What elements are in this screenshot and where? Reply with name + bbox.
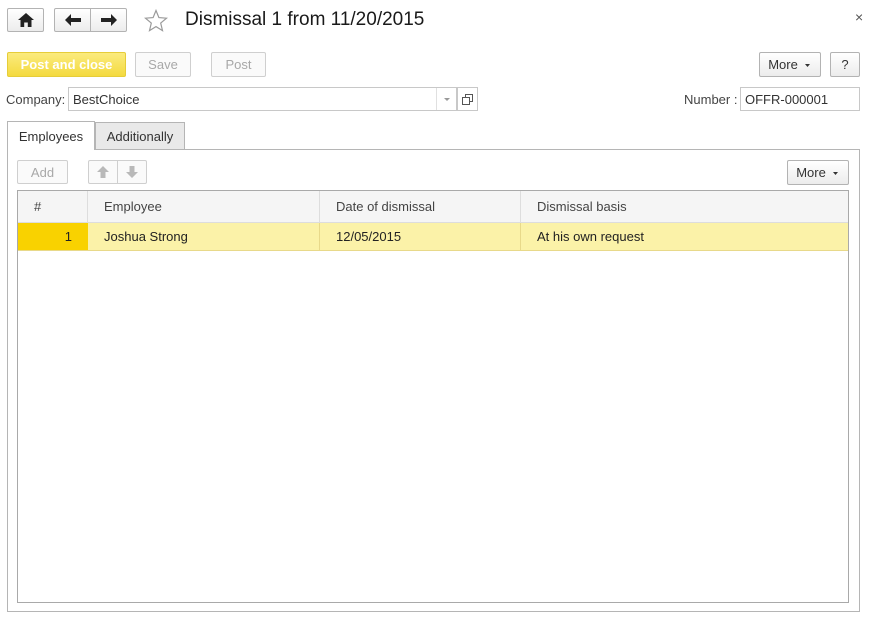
page-title: Dismissal 1 from 11/20/2015	[185, 9, 425, 30]
employees-table[interactable]: # Employee Date of dismissal Dismissal b…	[17, 190, 849, 603]
table-more-button[interactable]: More	[787, 160, 849, 185]
post-and-close-button[interactable]: Post and close	[7, 52, 126, 77]
company-label: Company:	[6, 92, 66, 107]
table-header: # Employee Date of dismissal Dismissal b…	[18, 191, 848, 223]
star-outline-icon	[143, 8, 169, 32]
column-header-date-of-dismissal[interactable]: Date of dismissal	[320, 191, 521, 222]
dismissal-basis-cell[interactable]: At his own request	[521, 223, 848, 250]
arrow-left-icon	[64, 14, 81, 26]
more-button[interactable]: More	[759, 52, 821, 77]
column-header-dismissal-basis[interactable]: Dismissal basis	[521, 191, 848, 222]
home-button[interactable]	[7, 8, 44, 32]
employee-cell[interactable]: Joshua Strong	[88, 223, 320, 250]
dropdown-arrow-icon	[832, 171, 838, 175]
tab-additionally[interactable]: Additionally	[95, 122, 185, 150]
date-of-dismissal-cell[interactable]: 12/05/2015	[320, 223, 521, 250]
tab-employees[interactable]: Employees	[7, 121, 95, 150]
close-icon[interactable]: ×	[855, 9, 863, 25]
help-button[interactable]: ?	[830, 52, 860, 77]
home-icon	[17, 13, 34, 27]
table-row[interactable]: 1 Joshua Strong 12/05/2015 At his own re…	[18, 223, 848, 251]
row-number-cell: 1	[18, 223, 88, 250]
dropdown-arrow-icon	[804, 63, 810, 67]
column-header-number[interactable]: #	[18, 191, 88, 222]
chevron-down-icon	[443, 97, 450, 101]
company-value: BestChoice	[73, 91, 140, 107]
number-input[interactable]: OFFR-000001	[740, 87, 860, 111]
arrow-down-icon	[126, 166, 138, 178]
add-button[interactable]: Add	[17, 160, 68, 184]
forward-button[interactable]	[90, 8, 127, 32]
arrow-right-icon	[100, 14, 117, 26]
favorite-star-button[interactable]	[143, 8, 169, 33]
post-button[interactable]: Post	[211, 52, 266, 77]
company-dropdown-button[interactable]	[436, 88, 456, 110]
move-down-button[interactable]	[117, 160, 147, 184]
company-input[interactable]: BestChoice	[68, 87, 457, 111]
move-up-button[interactable]	[88, 160, 118, 184]
arrow-up-icon	[97, 166, 109, 178]
number-value: OFFR-000001	[745, 91, 829, 107]
back-button[interactable]	[54, 8, 91, 32]
number-label: Number :	[684, 92, 738, 107]
company-open-button[interactable]	[457, 87, 478, 111]
more-button-label: More	[768, 57, 798, 72]
column-header-employee[interactable]: Employee	[88, 191, 320, 222]
table-more-button-label: More	[796, 165, 826, 180]
save-button[interactable]: Save	[135, 52, 191, 77]
open-window-icon	[462, 93, 473, 105]
